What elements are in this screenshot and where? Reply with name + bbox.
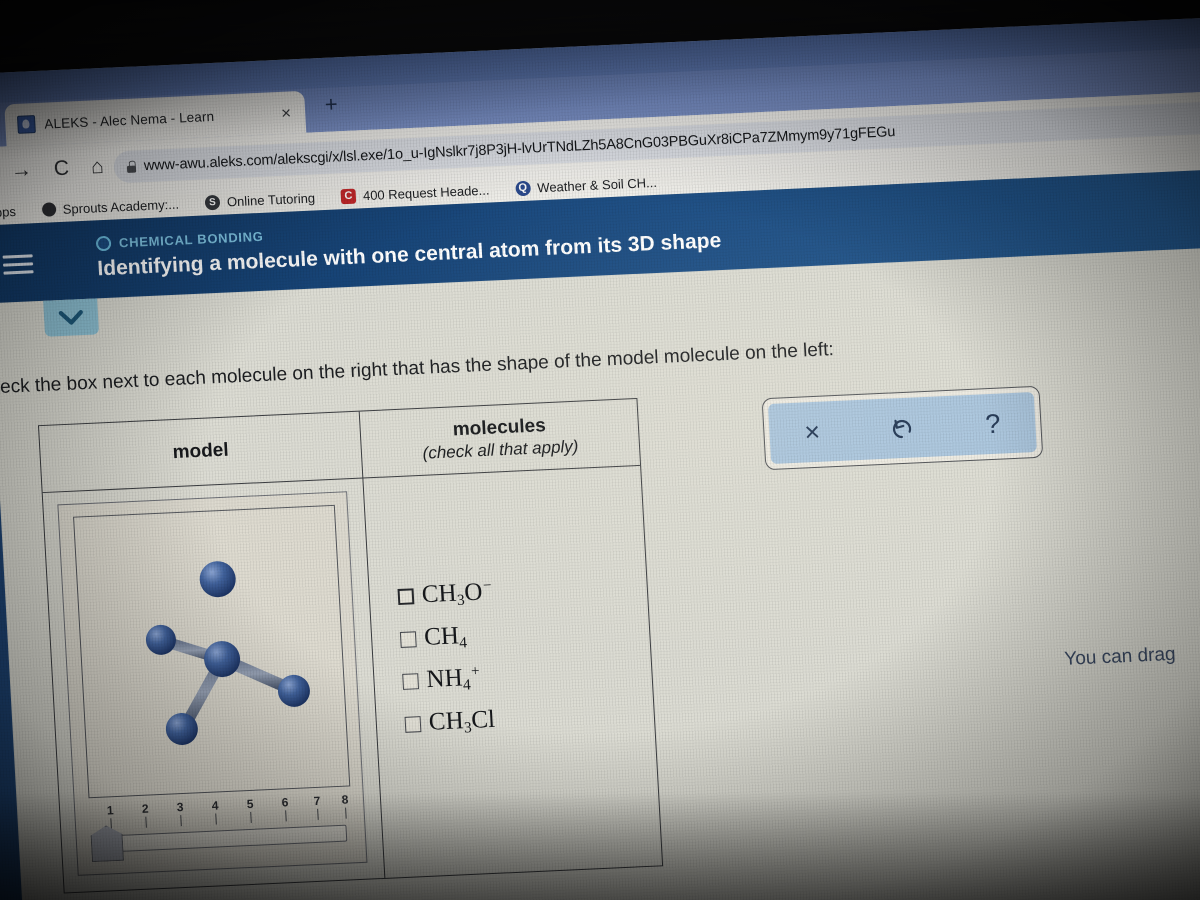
checkbox-ch4[interactable] <box>399 631 417 648</box>
formula-nh4: NH4+ <box>425 663 480 695</box>
question-icon[interactable]: ? <box>985 408 1002 439</box>
circle-q-icon: Q <box>514 180 531 196</box>
photo-scene: ALEKS - Alec Nema - Learn × + ← → C ⌂ ww… <box>0 0 1200 900</box>
column-header-molecules-main: molecules <box>452 414 547 440</box>
formula-ch3o: CH3O− <box>421 577 492 609</box>
bookmark-weather-soil-ch[interactable]: Q Weather & Soil CH... <box>514 174 658 196</box>
column-header-molecules: molecules (check all that apply) <box>360 399 640 477</box>
chevron-down-icon[interactable] <box>43 298 100 337</box>
molecule-option-ch3cl[interactable]: CH3Cl <box>404 706 499 740</box>
model-size-slider[interactable]: 1 2 3 4 5 6 7 8 <box>89 792 354 866</box>
answer-toolbar-inner: × ? <box>767 392 1037 464</box>
topic-kicker: CHEMICAL BONDING <box>95 228 264 252</box>
bookmark-label: Weather & Soil CH... <box>536 174 658 195</box>
slider-tick: 5 <box>246 797 254 823</box>
slider-tick: 8 <box>341 793 349 819</box>
left-rail <box>0 225 27 900</box>
square-c-icon: C <box>340 188 357 204</box>
bookmark-label: Online Tutoring <box>226 189 316 209</box>
aleks-favicon-icon <box>16 115 36 134</box>
bookmark-apps[interactable]: Apps <box>0 204 16 221</box>
home-icon[interactable]: ⌂ <box>90 155 104 179</box>
table-body-row: 1 2 3 4 5 6 7 8 CH3O− CH4 NH4+ CH3Cl <box>42 466 662 893</box>
topic-label: CHEMICAL BONDING <box>118 228 264 251</box>
new-tab-button[interactable]: + <box>324 91 338 117</box>
molecules-cell: CH3O− CH4 NH4+ CH3Cl <box>363 466 662 878</box>
molecule-option-ch4[interactable]: CH4 <box>399 622 495 655</box>
bookmark-online-tutoring[interactable]: S Online Tutoring <box>204 189 316 210</box>
answer-toolbar: × ? <box>761 385 1044 471</box>
forward-icon[interactable]: → <box>10 158 32 182</box>
formula-ch4: CH4 <box>423 622 468 652</box>
model-cell: 1 2 3 4 5 6 7 8 <box>42 478 386 893</box>
molecule-canvas[interactable] <box>73 504 351 799</box>
checkbox-nh4[interactable] <box>402 673 420 691</box>
topic-dot-icon <box>95 235 112 252</box>
bookmark-label: Apps <box>0 203 17 220</box>
bookmark-400-request-header[interactable]: C 400 Request Heade... <box>340 182 490 204</box>
monitor-screen: ALEKS - Alec Nema - Learn × + ← → C ⌂ ww… <box>0 16 1200 900</box>
x-icon[interactable]: × <box>804 416 821 447</box>
bookmark-label: 400 Request Heade... <box>362 182 490 203</box>
formula-ch3cl: CH3Cl <box>428 706 496 737</box>
drag-hint-text: You can drag <box>1063 643 1177 670</box>
molecule-option-nh4[interactable]: NH4+ <box>402 664 498 697</box>
bookmark-label: Sprouts Academy:... <box>62 196 180 217</box>
checkbox-ch3o[interactable] <box>397 588 415 606</box>
reload-icon[interactable]: C <box>53 157 69 181</box>
column-header-molecules-sub: (check all that apply) <box>422 436 579 463</box>
close-icon[interactable]: × <box>279 103 294 122</box>
molecule-checkbox-list: CH3O− CH4 NH4+ CH3Cl <box>397 577 500 740</box>
bookmark-sprouts-academy[interactable]: Sprouts Academy:... <box>41 196 179 217</box>
slider-tick: 2 <box>141 802 149 828</box>
checkbox-ch3cl[interactable] <box>404 716 422 734</box>
hamburger-icon[interactable] <box>2 249 34 279</box>
undo-icon[interactable] <box>889 414 916 441</box>
slider-tick: 4 <box>211 798 219 825</box>
tab-title: ALEKS - Alec Nema - Learn <box>43 108 215 132</box>
slider-tick: 3 <box>176 800 184 827</box>
slider-tick: 7 <box>313 794 321 820</box>
molecule-option-ch3o[interactable]: CH3O− <box>397 577 493 612</box>
slider-tick: 1 <box>107 803 115 830</box>
lock-icon <box>126 161 137 173</box>
globe-icon: S <box>204 194 221 210</box>
slider-tick: 6 <box>281 795 289 822</box>
dot-icon <box>41 202 57 217</box>
molecule-viewer: 1 2 3 4 5 6 7 8 <box>57 491 368 876</box>
problem-table: model molecules (check all that apply) 1… <box>37 397 664 894</box>
aleks-page: CHEMICAL BONDING Identifying a molecule … <box>0 168 1200 900</box>
